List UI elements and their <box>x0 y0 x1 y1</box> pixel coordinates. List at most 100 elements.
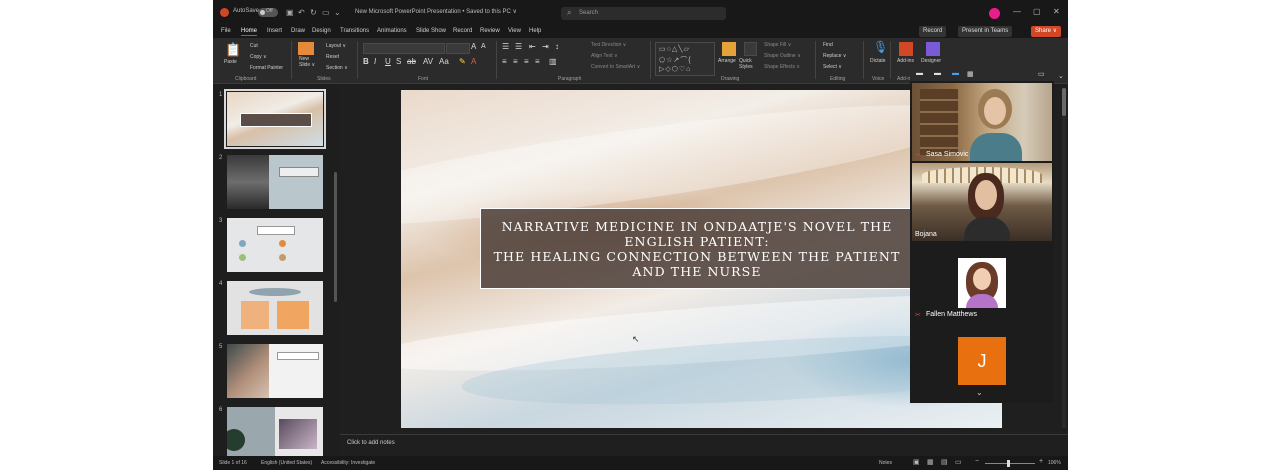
reading-view-icon[interactable]: ▤ <box>941 458 948 466</box>
tab-insert[interactable]: Insert <box>267 28 282 34</box>
undo-icon[interactable]: ↶ <box>298 8 305 17</box>
align-right-icon[interactable]: ≡ <box>524 57 529 66</box>
designer-button[interactable]: Designer <box>921 58 941 64</box>
record-button[interactable]: Record <box>919 26 947 37</box>
zoom-slider-knob[interactable] <box>1007 460 1010 467</box>
shrink-font-icon[interactable]: A <box>481 43 486 50</box>
share-button[interactable]: Share ∨ <box>1031 26 1062 37</box>
participant-initial-avatar[interactable]: J <box>958 337 1006 385</box>
tab-record[interactable]: Record <box>453 28 472 34</box>
slide-thumbnail[interactable] <box>227 407 323 461</box>
microphone-icon[interactable]: 🎙 <box>873 40 888 54</box>
char-spacing-icon[interactable]: AV <box>423 57 433 66</box>
convert-smartart-button[interactable]: Convert to SmartArt ∨ <box>591 64 640 70</box>
quick-styles-button[interactable]: Quick Styles <box>739 58 763 70</box>
slide-scrollbar[interactable] <box>1062 88 1066 428</box>
shapes-gallery[interactable]: ▭○△╲▱ ⬠☆↗⌒{ ▷◇⬡♡⌂ <box>655 42 715 76</box>
normal-view-icon[interactable]: ▣ <box>913 458 920 466</box>
replace-button[interactable]: Replace ∨ <box>823 53 846 59</box>
slideshow-icon[interactable]: ▭ <box>955 458 962 466</box>
file-title[interactable]: New Microsoft PowerPoint Presentation • … <box>355 8 517 15</box>
tab-help[interactable]: Help <box>529 28 541 34</box>
layout-button[interactable]: Layout ∨ <box>326 43 346 49</box>
tab-transitions[interactable]: Transitions <box>340 28 369 34</box>
zoom-out-icon[interactable]: − <box>975 458 979 465</box>
chevron-down-icon[interactable]: ⌄ <box>976 388 983 397</box>
paste-icon[interactable]: 📋 <box>225 42 241 58</box>
justify-icon[interactable]: ≡ <box>535 57 540 66</box>
section-button[interactable]: Section ∨ <box>326 65 348 71</box>
arrange-button[interactable]: Arrange <box>718 58 736 64</box>
language-status[interactable]: English (United States) <box>261 460 312 466</box>
select-button[interactable]: Select ∨ <box>823 64 842 70</box>
copy-button[interactable]: Copy ∨ <box>250 54 267 60</box>
zoom-in-icon[interactable]: + <box>1039 458 1043 465</box>
addins-icon[interactable] <box>899 42 913 56</box>
find-button[interactable]: Find <box>823 42 833 48</box>
underline-icon[interactable]: U <box>385 57 391 66</box>
cut-button[interactable]: Cut <box>250 43 258 49</box>
dictate-button[interactable]: Dictate <box>870 58 886 64</box>
zoom-slider[interactable] <box>985 463 1035 464</box>
highlight-icon[interactable]: ✎ <box>459 57 466 66</box>
arrange-icon[interactable] <box>722 42 736 56</box>
grow-font-icon[interactable]: A <box>471 42 476 51</box>
change-case-icon[interactable]: Aa <box>439 57 449 66</box>
tab-home[interactable]: Home <box>241 28 258 36</box>
notes-pane[interactable]: Click to add notes <box>340 434 1068 453</box>
tab-animations[interactable]: Animations <box>377 28 407 34</box>
notes-button[interactable]: Notes <box>879 460 892 466</box>
participant-avatar-tile[interactable]: ✂ Fallen Matthews <box>912 243 1052 325</box>
collapse-ribbon-icon[interactable]: ⌄ <box>1058 72 1064 80</box>
tab-design[interactable]: Design <box>312 28 331 34</box>
save-icon[interactable]: ▣ <box>286 8 294 17</box>
slide-thumbnail[interactable] <box>227 155 323 209</box>
columns-icon[interactable]: ▥ <box>549 57 557 66</box>
accessibility-status[interactable]: Accessibility: Investigate <box>321 460 375 466</box>
shape-outline-button[interactable]: Shape Outline ∨ <box>764 53 801 59</box>
shape-effects-button[interactable]: Shape Effects ∨ <box>764 64 800 70</box>
increase-indent-icon[interactable]: ⇥ <box>542 42 549 51</box>
format-painter-button[interactable]: Format Painter <box>250 65 283 71</box>
thumbnails-scrollbar[interactable] <box>334 172 337 302</box>
slide-thumbnail[interactable] <box>227 218 323 272</box>
addins-button[interactable]: Add-ins <box>897 58 914 64</box>
tab-file[interactable]: File <box>221 28 231 34</box>
numbering-icon[interactable]: ☰ <box>515 42 522 51</box>
scrollbar-thumb[interactable] <box>1062 88 1066 116</box>
paste-label[interactable]: Paste <box>224 59 237 65</box>
layout-icon[interactable]: ▬ <box>934 70 941 77</box>
new-slide-button[interactable]: New Slide ∨ <box>299 56 317 68</box>
present-icon[interactable]: ▭ <box>322 8 330 17</box>
new-slide-icon[interactable] <box>298 42 314 55</box>
gallery-view-icon[interactable]: ▦ <box>967 70 974 78</box>
tab-view[interactable]: View <box>508 28 521 34</box>
quick-styles-icon[interactable] <box>744 42 757 56</box>
present-in-teams-button[interactable]: Present in Teams <box>958 26 1013 37</box>
decrease-indent-icon[interactable]: ⇤ <box>529 42 536 51</box>
bold-icon[interactable]: B <box>363 57 369 66</box>
font-size-select[interactable] <box>446 43 470 54</box>
shadow-icon[interactable]: S <box>396 57 401 66</box>
italic-icon[interactable]: I <box>374 57 376 66</box>
slide-title-box[interactable]: NARRATIVE MEDICINE IN ONDAATJE'S NOVEL T… <box>480 208 914 289</box>
font-name-select[interactable] <box>363 43 445 54</box>
minimize-icon[interactable]: — <box>1013 7 1021 16</box>
strikethrough-icon[interactable]: ab <box>407 57 416 66</box>
zoom-level[interactable]: 106% <box>1048 460 1061 466</box>
close-icon[interactable]: ✕ <box>1053 7 1060 16</box>
participant-video-tile[interactable]: Bojana <box>912 163 1052 241</box>
align-left-icon[interactable]: ≡ <box>502 57 507 66</box>
speaker-view-icon[interactable]: ▬ <box>952 70 959 77</box>
bullets-icon[interactable]: ☰ <box>502 42 509 51</box>
slide-thumbnail[interactable] <box>227 344 323 398</box>
font-color-icon[interactable]: A <box>471 57 476 66</box>
maximize-icon[interactable]: ▢ <box>1033 7 1041 16</box>
search-box[interactable]: ⌕ Search <box>561 7 726 20</box>
participant-video-tile[interactable]: ✂ Sasa Simovic <box>912 83 1052 161</box>
slide-thumbnail[interactable] <box>227 281 323 335</box>
customize-qat-icon[interactable]: ⌄ <box>334 8 341 17</box>
slide-sorter-icon[interactable]: ▦ <box>927 458 934 466</box>
slide-thumbnail[interactable] <box>224 89 326 149</box>
profile-avatar[interactable] <box>989 8 1000 19</box>
